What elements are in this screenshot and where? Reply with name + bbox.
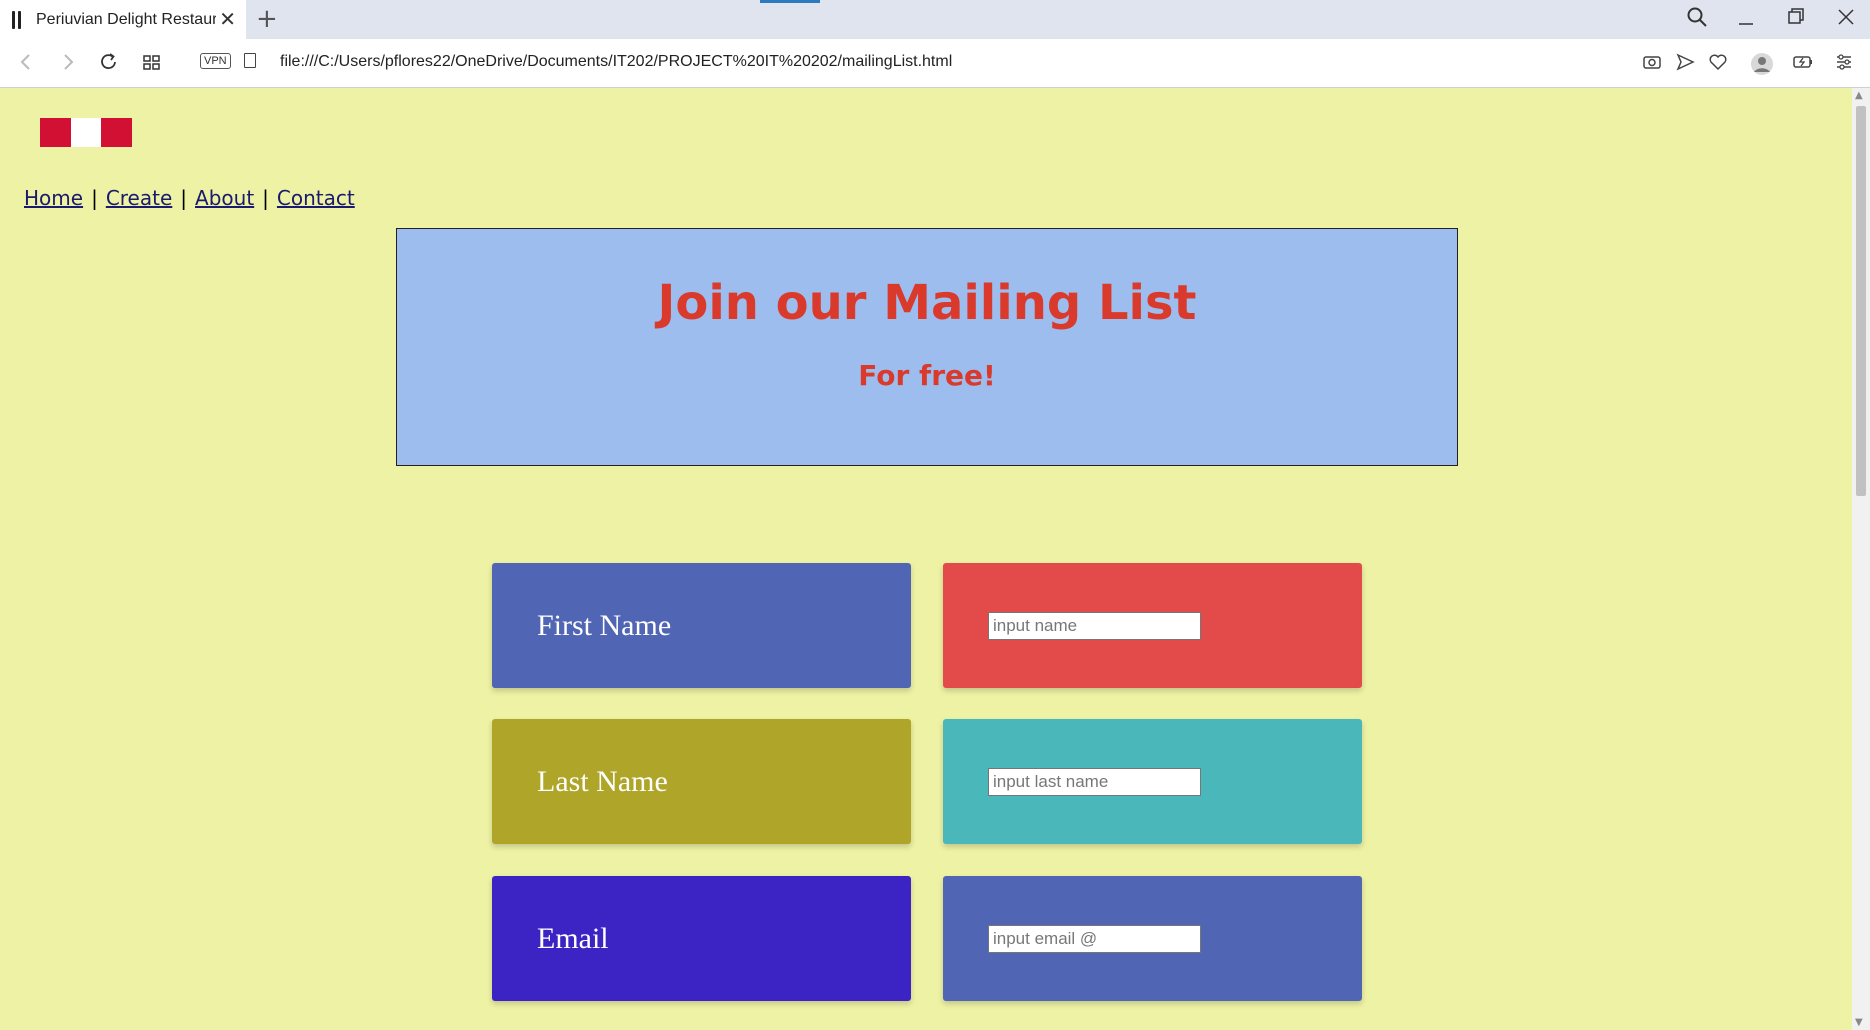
first-name-input-card xyxy=(943,563,1362,688)
nav-contact-link[interactable]: Contact xyxy=(277,186,355,210)
camera-icon[interactable] xyxy=(1642,52,1662,78)
scroll-down-icon[interactable]: ▼ xyxy=(1855,1017,1863,1028)
banner-subtitle: For free! xyxy=(858,359,996,392)
tab-title: Periuvian Delight Restaurant xyxy=(36,10,216,28)
battery-icon[interactable] xyxy=(1792,52,1814,78)
reload-icon[interactable] xyxy=(99,51,119,79)
restore-icon[interactable] xyxy=(1786,6,1806,35)
email-label: Email xyxy=(537,921,609,955)
tab-indicator xyxy=(760,0,820,3)
email-input[interactable] xyxy=(988,924,1201,953)
forward-icon[interactable] xyxy=(60,51,76,79)
nav-home-link[interactable]: Home xyxy=(24,186,83,210)
last-name-label: Last Name xyxy=(537,764,668,798)
email-label-card: Email xyxy=(492,876,911,1001)
last-name-input[interactable] xyxy=(988,767,1201,796)
profile-icon[interactable] xyxy=(1750,52,1774,82)
url-field[interactable]: file:///C:/Users/pflores22/OneDrive/Docu… xyxy=(280,53,952,71)
nav-separator: | xyxy=(91,186,98,210)
minimize-icon[interactable] xyxy=(1736,6,1756,35)
scroll-thumb[interactable] xyxy=(1856,106,1866,496)
back-icon[interactable] xyxy=(18,51,34,79)
nav-separator: | xyxy=(180,186,188,210)
page-content: Home | Create | About | Contact Join our Maili… xyxy=(0,88,1852,1030)
last-name-label-card: Last Name xyxy=(492,719,911,844)
email-input-card xyxy=(943,876,1362,1001)
scroll-up-icon[interactable]: ▲ xyxy=(1855,90,1863,101)
close-icon[interactable] xyxy=(1836,6,1856,35)
browser-tab[interactable]: Periuvian Delight Restaurant ✕ xyxy=(0,0,246,39)
vpn-badge[interactable]: VPN xyxy=(200,53,231,69)
first-name-label-card: First Name xyxy=(492,563,911,688)
fork-knife-icon xyxy=(12,10,28,29)
banner-title: Join our Mailing List xyxy=(657,275,1197,331)
flag-stripe-left xyxy=(40,118,71,147)
tab-bar: Periuvian Delight Restaurant ✕ + xyxy=(0,0,1870,39)
send-icon[interactable] xyxy=(1675,52,1695,78)
search-icon[interactable] xyxy=(1686,6,1708,35)
peru-flag-logo xyxy=(40,118,133,147)
last-name-input-card xyxy=(943,719,1362,844)
tab-close-icon[interactable]: ✕ xyxy=(219,8,236,30)
flag-stripe-right xyxy=(101,118,133,147)
site-nav: Home | Create | About | Contact xyxy=(24,186,355,210)
heart-icon[interactable] xyxy=(1708,52,1728,78)
mailing-list-banner: Join our Mailing List For free! xyxy=(396,228,1458,466)
vertical-scrollbar[interactable]: ▲ ▼ xyxy=(1852,88,1870,1030)
flag-stripe-middle xyxy=(70,118,102,147)
new-tab-button[interactable]: + xyxy=(256,5,278,33)
file-icon xyxy=(244,53,256,68)
tabs-grid-icon[interactable] xyxy=(142,51,162,79)
first-name-input[interactable] xyxy=(988,611,1201,640)
nav-separator: | xyxy=(262,186,269,210)
settings-icon[interactable] xyxy=(1834,52,1854,78)
nav-about-link[interactable]: About xyxy=(195,186,254,210)
nav-create-link[interactable]: Create xyxy=(106,186,172,210)
first-name-label: First Name xyxy=(537,608,672,642)
address-bar: VPN file:///C:/Users/pflores22/OneDrive/… xyxy=(0,39,1870,88)
